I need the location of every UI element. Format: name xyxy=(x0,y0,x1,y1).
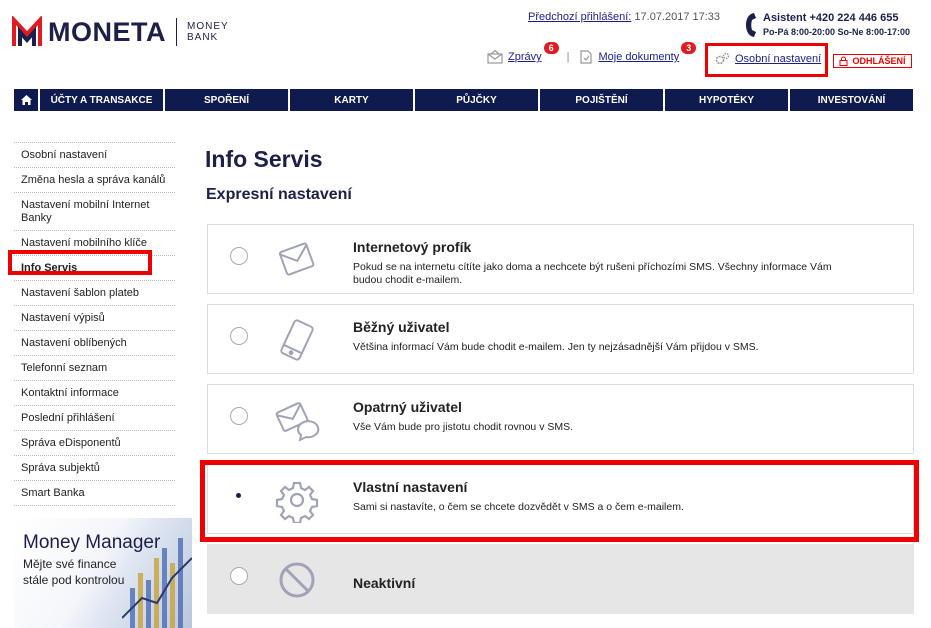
option-title: Opatrný uživatel xyxy=(353,399,462,415)
page-title: Info Servis xyxy=(205,146,323,172)
prohibited-icon xyxy=(279,562,315,598)
messages-link[interactable]: Zprávy xyxy=(508,51,542,63)
nav-mortgages[interactable]: HYPOTÉKY xyxy=(665,89,788,111)
top-links: Zprávy 6 | Moje dokumenty 3 xyxy=(487,42,697,64)
moneta-logo-icon xyxy=(12,16,42,46)
sidebar-menu: Osobní nastavení Změna hesla a správa ka… xyxy=(14,142,175,506)
option-description: Pokud se na internetu cítíte jako doma a… xyxy=(353,261,832,286)
logout-button[interactable]: ODHLÁŠENÍ xyxy=(833,54,912,68)
option-radio[interactable] xyxy=(230,247,248,265)
section-title: Expresní nastavení xyxy=(206,186,352,203)
gears-icon xyxy=(715,52,730,65)
promo-title: Money Manager xyxy=(23,532,161,553)
nav-savings[interactable]: SPOŘENÍ xyxy=(165,89,288,111)
brand-logo[interactable]: MONETA MONEY BANK xyxy=(12,16,229,48)
previous-login-value: 17.07.2017 17:33 xyxy=(634,11,721,23)
documents-icon[interactable] xyxy=(578,50,594,64)
option-description: Většina informací Vám bude chodit e-mail… xyxy=(353,341,759,353)
brand-sub-line1: MONEY xyxy=(187,21,229,32)
sidebar-item-payment-templates[interactable]: Nastavení šablon plateb xyxy=(14,280,175,305)
personal-settings-link[interactable]: Osobní nastavení xyxy=(735,53,821,65)
money-manager-promo[interactable]: Money Manager Mějte své finance stále po… xyxy=(14,518,192,628)
sidebar-item-smart-banka[interactable]: Smart Banka xyxy=(14,480,175,506)
sidebar-item-contact-info[interactable]: Kontaktní informace xyxy=(14,380,175,405)
option-inactive[interactable]: Neaktivní xyxy=(207,544,914,614)
nav-home[interactable] xyxy=(14,89,38,111)
option-title: Internetový profík xyxy=(353,239,472,255)
documents-link[interactable]: Moje dokumenty xyxy=(599,51,680,63)
nav-cards[interactable]: KARTY xyxy=(290,89,413,111)
sidebar-item-statements[interactable]: Nastavení výpisů xyxy=(14,305,175,330)
sidebar-item-last-login[interactable]: Poslední přihlášení xyxy=(14,405,175,430)
sidebar-item-subjects[interactable]: Správa subjektů xyxy=(14,455,175,480)
option-title: Běžný uživatel xyxy=(353,319,450,335)
documents-count-badge: 3 xyxy=(681,42,697,54)
assistant-phone: Asistent +420 224 446 655 xyxy=(763,12,899,24)
sidebar-item-mobile-banking[interactable]: Nastavení mobilní Internet Banky xyxy=(14,192,175,230)
phone-handset-icon xyxy=(745,12,757,44)
main-navigation: ÚČTY A TRANSAKCE SPOŘENÍ KARTY PŮJČKY PO… xyxy=(14,89,913,111)
nav-accounts[interactable]: ÚČTY A TRANSAKCE xyxy=(40,89,163,111)
logo-divider xyxy=(176,18,177,46)
brand-sub-line2: BANK xyxy=(187,32,219,43)
option-radio[interactable] xyxy=(230,407,248,425)
assistant-contact: Asistent +420 224 446 655 Po-Pá 8:00-20:… xyxy=(745,12,910,44)
separator: | xyxy=(566,51,570,63)
brand-subtitle: MONEY BANK xyxy=(187,21,229,43)
phone-icon xyxy=(280,319,314,361)
option-careful-user[interactable]: Opatrný uživatel Vše Vám bude pro jistot… xyxy=(207,384,914,454)
sidebar-item-personal-settings[interactable]: Osobní nastavení xyxy=(14,142,175,167)
promo-text: Mějte své finance stále pod kontrolou xyxy=(23,557,125,587)
custom-settings-highlight-frame xyxy=(200,460,919,542)
messages-count-badge: 6 xyxy=(543,42,559,54)
option-regular-user[interactable]: Běžný uživatel Většina informací Vám bud… xyxy=(207,304,914,374)
sidebar-item-edisponents[interactable]: Správa eDisponentů xyxy=(14,430,175,455)
logout-label: ODHLÁŠENÍ xyxy=(852,56,906,66)
option-internet-pro[interactable]: Internetový profík Pokud se na internetu… xyxy=(207,224,914,294)
assistant-hours: Po-Pá 8:00-20:00 So-Ne 8:00-17:00 xyxy=(763,27,911,37)
envelope-icon xyxy=(278,242,315,276)
nav-insurance[interactable]: POJIŠTĚNÍ xyxy=(540,89,663,111)
nav-loans[interactable]: PŮJČKY xyxy=(415,89,538,111)
brand-name: MONETA xyxy=(48,16,166,47)
envelope-chat-icon xyxy=(275,402,320,442)
sidebar-item-favorites[interactable]: Nastavení oblíbených xyxy=(14,330,175,355)
nav-investments[interactable]: INVESTOVÁNÍ xyxy=(790,89,913,111)
option-radio[interactable] xyxy=(230,327,248,345)
lock-icon xyxy=(839,56,848,66)
option-title: Neaktivní xyxy=(353,575,416,591)
messages-icon[interactable] xyxy=(487,50,503,64)
personal-settings[interactable]: Osobní nastavení xyxy=(714,52,821,66)
previous-login: Předchozí přihlášení: 17.07.2017 17:33 xyxy=(528,11,720,23)
previous-login-link[interactable]: Předchozí přihlášení: xyxy=(528,11,631,23)
option-radio[interactable] xyxy=(230,567,248,585)
home-icon xyxy=(20,95,32,105)
option-description: Vše Vám bude pro jistotu chodit rovnou v… xyxy=(353,421,574,433)
active-item-highlight-frame xyxy=(8,250,152,275)
sidebar-item-phonebook[interactable]: Telefonní seznam xyxy=(14,355,175,380)
sidebar-item-password-channels[interactable]: Změna hesla a správa kanálů xyxy=(14,167,175,192)
